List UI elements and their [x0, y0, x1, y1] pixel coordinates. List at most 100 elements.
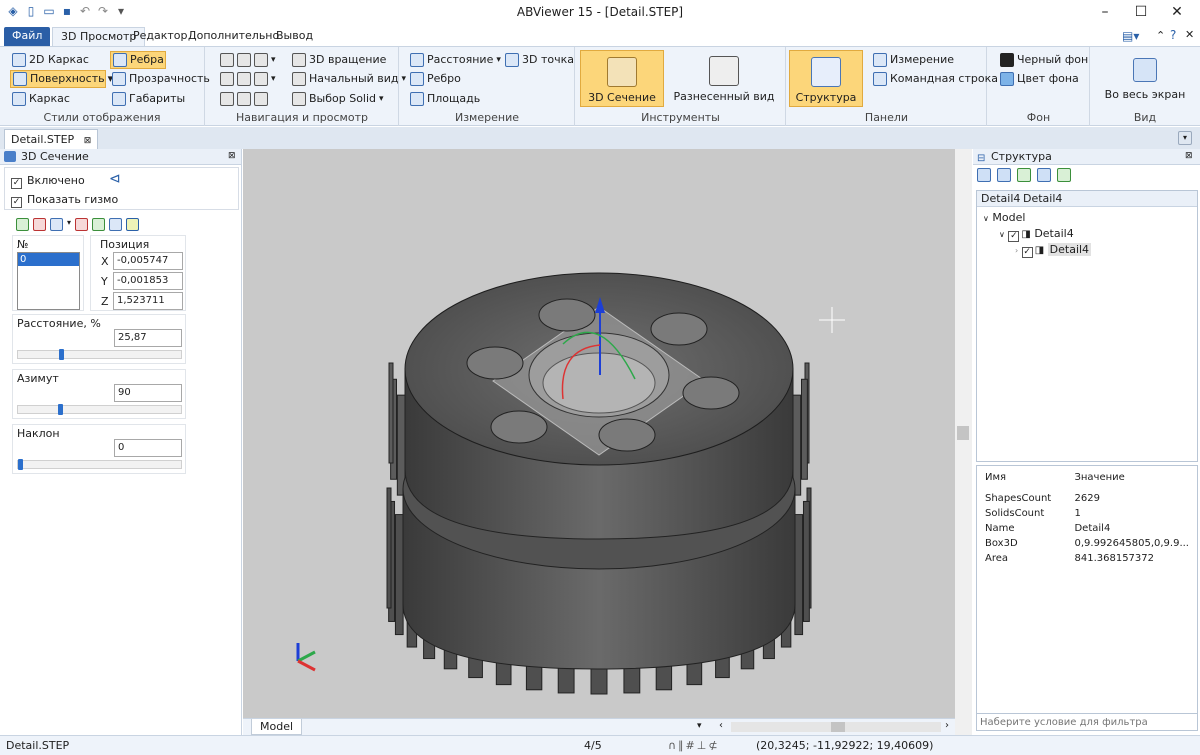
azimuth-slider-thumb[interactable] [57, 404, 63, 415]
show-gizmo-checkbox[interactable]: ✓ Показать гизмо [11, 193, 118, 208]
checkbox-icon[interactable]: ✓ [1021, 247, 1033, 258]
refresh-icon[interactable] [1017, 168, 1031, 182]
model-tab[interactable]: Model [251, 719, 303, 735]
position-box: Позиция X -0,005747 Y -0,001853 Z 1,5237… [90, 235, 186, 311]
rotate-3d-button[interactable]: 3D вращение [290, 51, 389, 69]
frame-button[interactable]: Каркас [10, 90, 73, 108]
structure-tab-detail4-a[interactable]: Detail4 [981, 192, 1020, 205]
scrollbar-thumb[interactable] [957, 426, 969, 440]
normal-plane-icon[interactable] [109, 218, 123, 231]
reset-section-icon[interactable]: ⊲ [109, 171, 121, 187]
3d-viewport[interactable] [243, 149, 955, 718]
delete-plane-icon[interactable] [33, 218, 46, 231]
structure-button[interactable]: Структура [789, 50, 863, 107]
y-field[interactable]: -0,001853 [113, 272, 183, 290]
structure-tab-detail4-b[interactable]: Detail4 [1023, 192, 1062, 205]
pan-tools-button[interactable] [218, 90, 271, 108]
close-doc-icon[interactable]: ✕ [1185, 28, 1194, 41]
move-plane-icon[interactable] [92, 218, 106, 231]
plane-list-item[interactable]: 0 [18, 253, 79, 266]
scroll-left-icon[interactable]: ‹ [719, 720, 723, 731]
distance-slider-thumb[interactable] [58, 349, 64, 360]
distance-field[interactable]: 25,87 [114, 329, 182, 347]
style-switch-icon[interactable]: ▤▾ [1122, 29, 1139, 43]
edge-measure-button[interactable]: Ребро [408, 70, 464, 88]
tree-item-model[interactable]: ∨ Model [983, 211, 1025, 224]
distance-button[interactable]: Расстояние ▾ [408, 51, 504, 69]
background-color-button[interactable]: Цвет фона [998, 70, 1082, 88]
transparency-button[interactable]: Прозрачность [110, 70, 213, 88]
fit-to-screen-button[interactable]: Во весь экран [1097, 50, 1193, 107]
measurement-panel-button[interactable]: Измерение [871, 51, 957, 69]
collapse-arrow-icon[interactable]: ∨ [983, 214, 989, 223]
vertical-scrollbar[interactable] [955, 149, 972, 735]
table-row[interactable]: Area 841.368157372 [977, 551, 1197, 566]
tab-output[interactable]: Вывод [268, 27, 321, 46]
close-tab-icon[interactable]: ⊠ [84, 136, 92, 146]
close-panel-icon[interactable]: ⊠ [228, 149, 236, 164]
tilt-slider-thumb[interactable] [18, 459, 23, 470]
black-background-button[interactable]: Черный фон [998, 51, 1091, 69]
scroll-right-icon[interactable]: › [945, 720, 949, 731]
wireframe-2d-button[interactable]: 2D Каркас [10, 51, 92, 69]
x-field[interactable]: -0,005747 [113, 252, 183, 270]
tab-file[interactable]: Файл [4, 27, 51, 46]
close-button[interactable]: ✕ [1154, 0, 1200, 24]
edges-button[interactable]: Ребра [110, 51, 166, 69]
table-row[interactable]: ShapesCount 2629 [977, 491, 1197, 506]
tilt-slider[interactable] [17, 459, 182, 470]
surface-icon [13, 72, 27, 86]
section-3d-button[interactable]: 3D Сечение [580, 50, 664, 107]
split-view-icon[interactable] [997, 168, 1011, 182]
azimuth-slider[interactable] [17, 404, 182, 415]
tabs-dropdown-icon[interactable]: ▾ [1178, 131, 1192, 145]
collapse-ribbon-icon[interactable]: ⌃ [1156, 29, 1165, 42]
filter-input[interactable] [976, 713, 1198, 731]
exploded-view-button[interactable]: Разнесенный вид [670, 50, 778, 107]
structure-tree-icon [811, 57, 841, 87]
distance-slider[interactable] [17, 349, 182, 360]
gear-model-render[interactable] [243, 149, 955, 718]
tree-item-detail4[interactable]: ∨ ✓ ◨ Detail4 [999, 227, 1074, 242]
zoom-prev-icon [220, 92, 234, 106]
select-solid-button[interactable]: Выбор Solid ▾ [290, 90, 387, 108]
table-row[interactable]: Box3D 0,9.992645805,0,9.9... [977, 536, 1197, 551]
zoom-all-icon [237, 72, 251, 86]
zoom-window-button[interactable]: ▾ [218, 51, 279, 69]
command-line-button[interactable]: Командная строка [871, 70, 1001, 88]
help-icon[interactable]: ? [1170, 28, 1176, 42]
azimuth-field[interactable]: 90 [114, 384, 182, 402]
point-3d-button[interactable]: 3D точка [503, 51, 577, 69]
surface-button[interactable]: Поверхность ▾ [10, 70, 113, 88]
align-plane-icon[interactable] [75, 218, 89, 231]
enabled-checkbox[interactable]: ✓ Включено [11, 174, 85, 189]
tree-item-detail4-child[interactable]: › ✓ ◨ Detail4 [1015, 243, 1092, 258]
zoom-tools-button[interactable]: ▾ [218, 70, 279, 88]
add-plane-icon[interactable] [16, 218, 29, 231]
table-row[interactable]: SolidsCount 1 [977, 506, 1197, 521]
doc-tab-detail[interactable]: Detail.STEP ⊠ [4, 129, 99, 149]
snap-toggle-icons[interactable]: ∩∥#⊥⊄ [668, 736, 720, 755]
table-row[interactable]: Name Detail4 [977, 521, 1197, 536]
properties-icon[interactable] [1037, 168, 1051, 182]
checkbox-icon[interactable]: ✓ [1008, 231, 1020, 242]
expand-arrow-icon[interactable]: › [1015, 246, 1018, 255]
collapse-arrow-icon[interactable]: ∨ [999, 230, 1005, 239]
list-view-icon[interactable] [977, 168, 991, 182]
flip-plane-icon[interactable] [50, 218, 63, 231]
close-panel-icon[interactable]: ⊠ [1185, 149, 1193, 164]
layout-dropdown-icon[interactable]: ▾ [697, 721, 702, 731]
bounds-button[interactable]: Габариты [110, 90, 188, 108]
horizontal-scrollbar[interactable] [731, 722, 941, 732]
initial-view-button[interactable]: Начальный вид ▾ [290, 70, 409, 88]
plane-settings-icon[interactable] [126, 218, 140, 231]
frame-icon [12, 92, 26, 106]
z-field[interactable]: 1,523711 [113, 292, 183, 310]
tilt-field[interactable]: 0 [114, 439, 182, 457]
expand-all-icon[interactable] [1057, 168, 1071, 182]
area-button[interactable]: Площадь [408, 90, 483, 108]
properties-header: Имя Значение [985, 472, 1125, 483]
flip-dropdown-icon[interactable]: ▾ [67, 218, 71, 231]
plane-list[interactable]: 0 [17, 252, 80, 310]
group-label: Инструменты [641, 111, 720, 124]
